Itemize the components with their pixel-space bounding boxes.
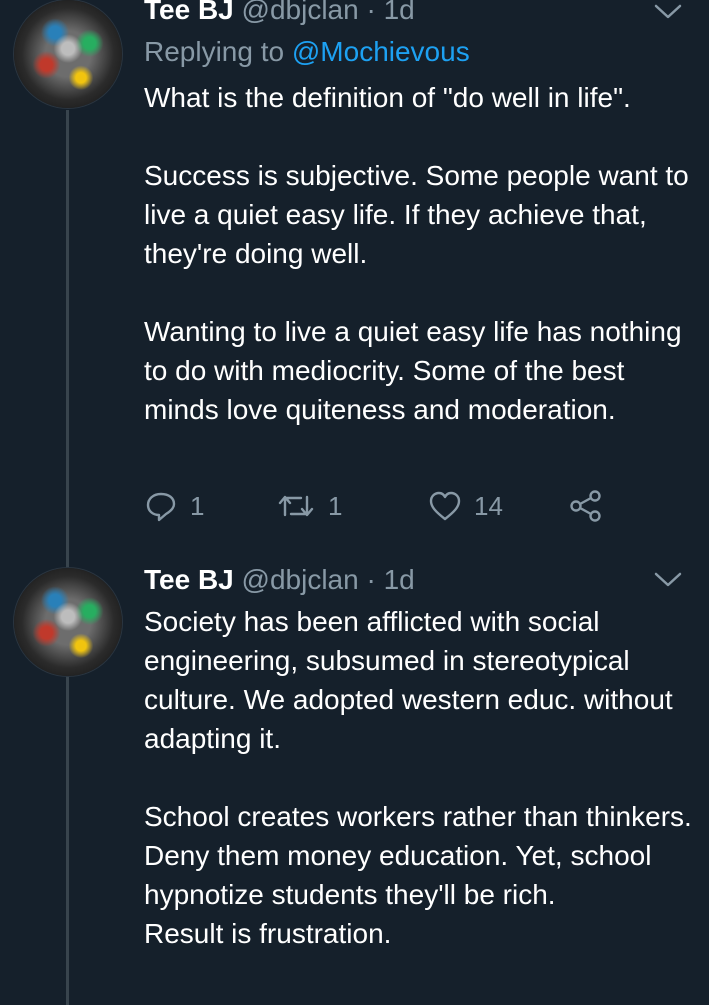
tweet-text: What is the definition of "do well in li… [144, 78, 704, 429]
tweet-text: Society has been afflicted with social e… [144, 602, 704, 953]
separator: · [366, 0, 376, 25]
tweet-paragraph: Result is frustration. [144, 918, 392, 949]
reply-icon [144, 489, 178, 523]
tweet-paragraph: Society has been afflicted with social e… [144, 606, 673, 754]
retweet-icon [276, 489, 316, 523]
reply-count: 1 [190, 490, 205, 521]
share-icon [568, 488, 604, 524]
tweet-paragraph: What is the definition of "do well in li… [144, 82, 631, 113]
reply-mention-link[interactable]: @Mochievous [292, 36, 470, 67]
tweet-header: Tee BJ @dbjclan · 1d [144, 0, 415, 26]
like-count: 14 [474, 490, 503, 521]
tweet-paragraph: School creates workers rather than think… [144, 801, 692, 910]
tweet-paragraph: Wanting to live a quiet easy life has no… [144, 316, 682, 425]
author-name[interactable]: Tee BJ [144, 0, 234, 25]
author-name[interactable]: Tee BJ [144, 564, 234, 595]
avatar[interactable] [14, 568, 122, 676]
replying-to-label: Replying to [144, 36, 285, 67]
replying-to: Replying to @Mochievous [144, 36, 470, 68]
tweet-paragraph: Success is subjective. Some people want … [144, 160, 689, 269]
tweet-actions: 1 1 14 [144, 486, 614, 526]
reply-button[interactable]: 1 [144, 486, 204, 526]
like-button[interactable]: 14 [428, 486, 503, 526]
author-handle[interactable]: @dbjclan [242, 564, 359, 595]
tweet-time[interactable]: 1d [384, 564, 415, 595]
tweet[interactable]: Tee BJ @dbjclan · 1d Society has been af… [0, 560, 709, 1005]
retweet-count: 1 [328, 490, 343, 521]
avatar[interactable] [14, 0, 122, 108]
share-button[interactable] [568, 486, 604, 526]
chevron-down-icon[interactable] [652, 2, 684, 22]
tweet-time[interactable]: 1d [384, 0, 415, 25]
author-handle[interactable]: @dbjclan [242, 0, 359, 25]
chevron-down-icon[interactable] [652, 570, 684, 590]
heart-icon [428, 490, 462, 522]
separator: · [366, 564, 376, 595]
tweet-header: Tee BJ @dbjclan · 1d [144, 564, 415, 596]
tweet[interactable]: Tee BJ @dbjclan · 1d Replying to @Mochie… [0, 0, 709, 560]
retweet-button[interactable]: 1 [276, 486, 342, 526]
